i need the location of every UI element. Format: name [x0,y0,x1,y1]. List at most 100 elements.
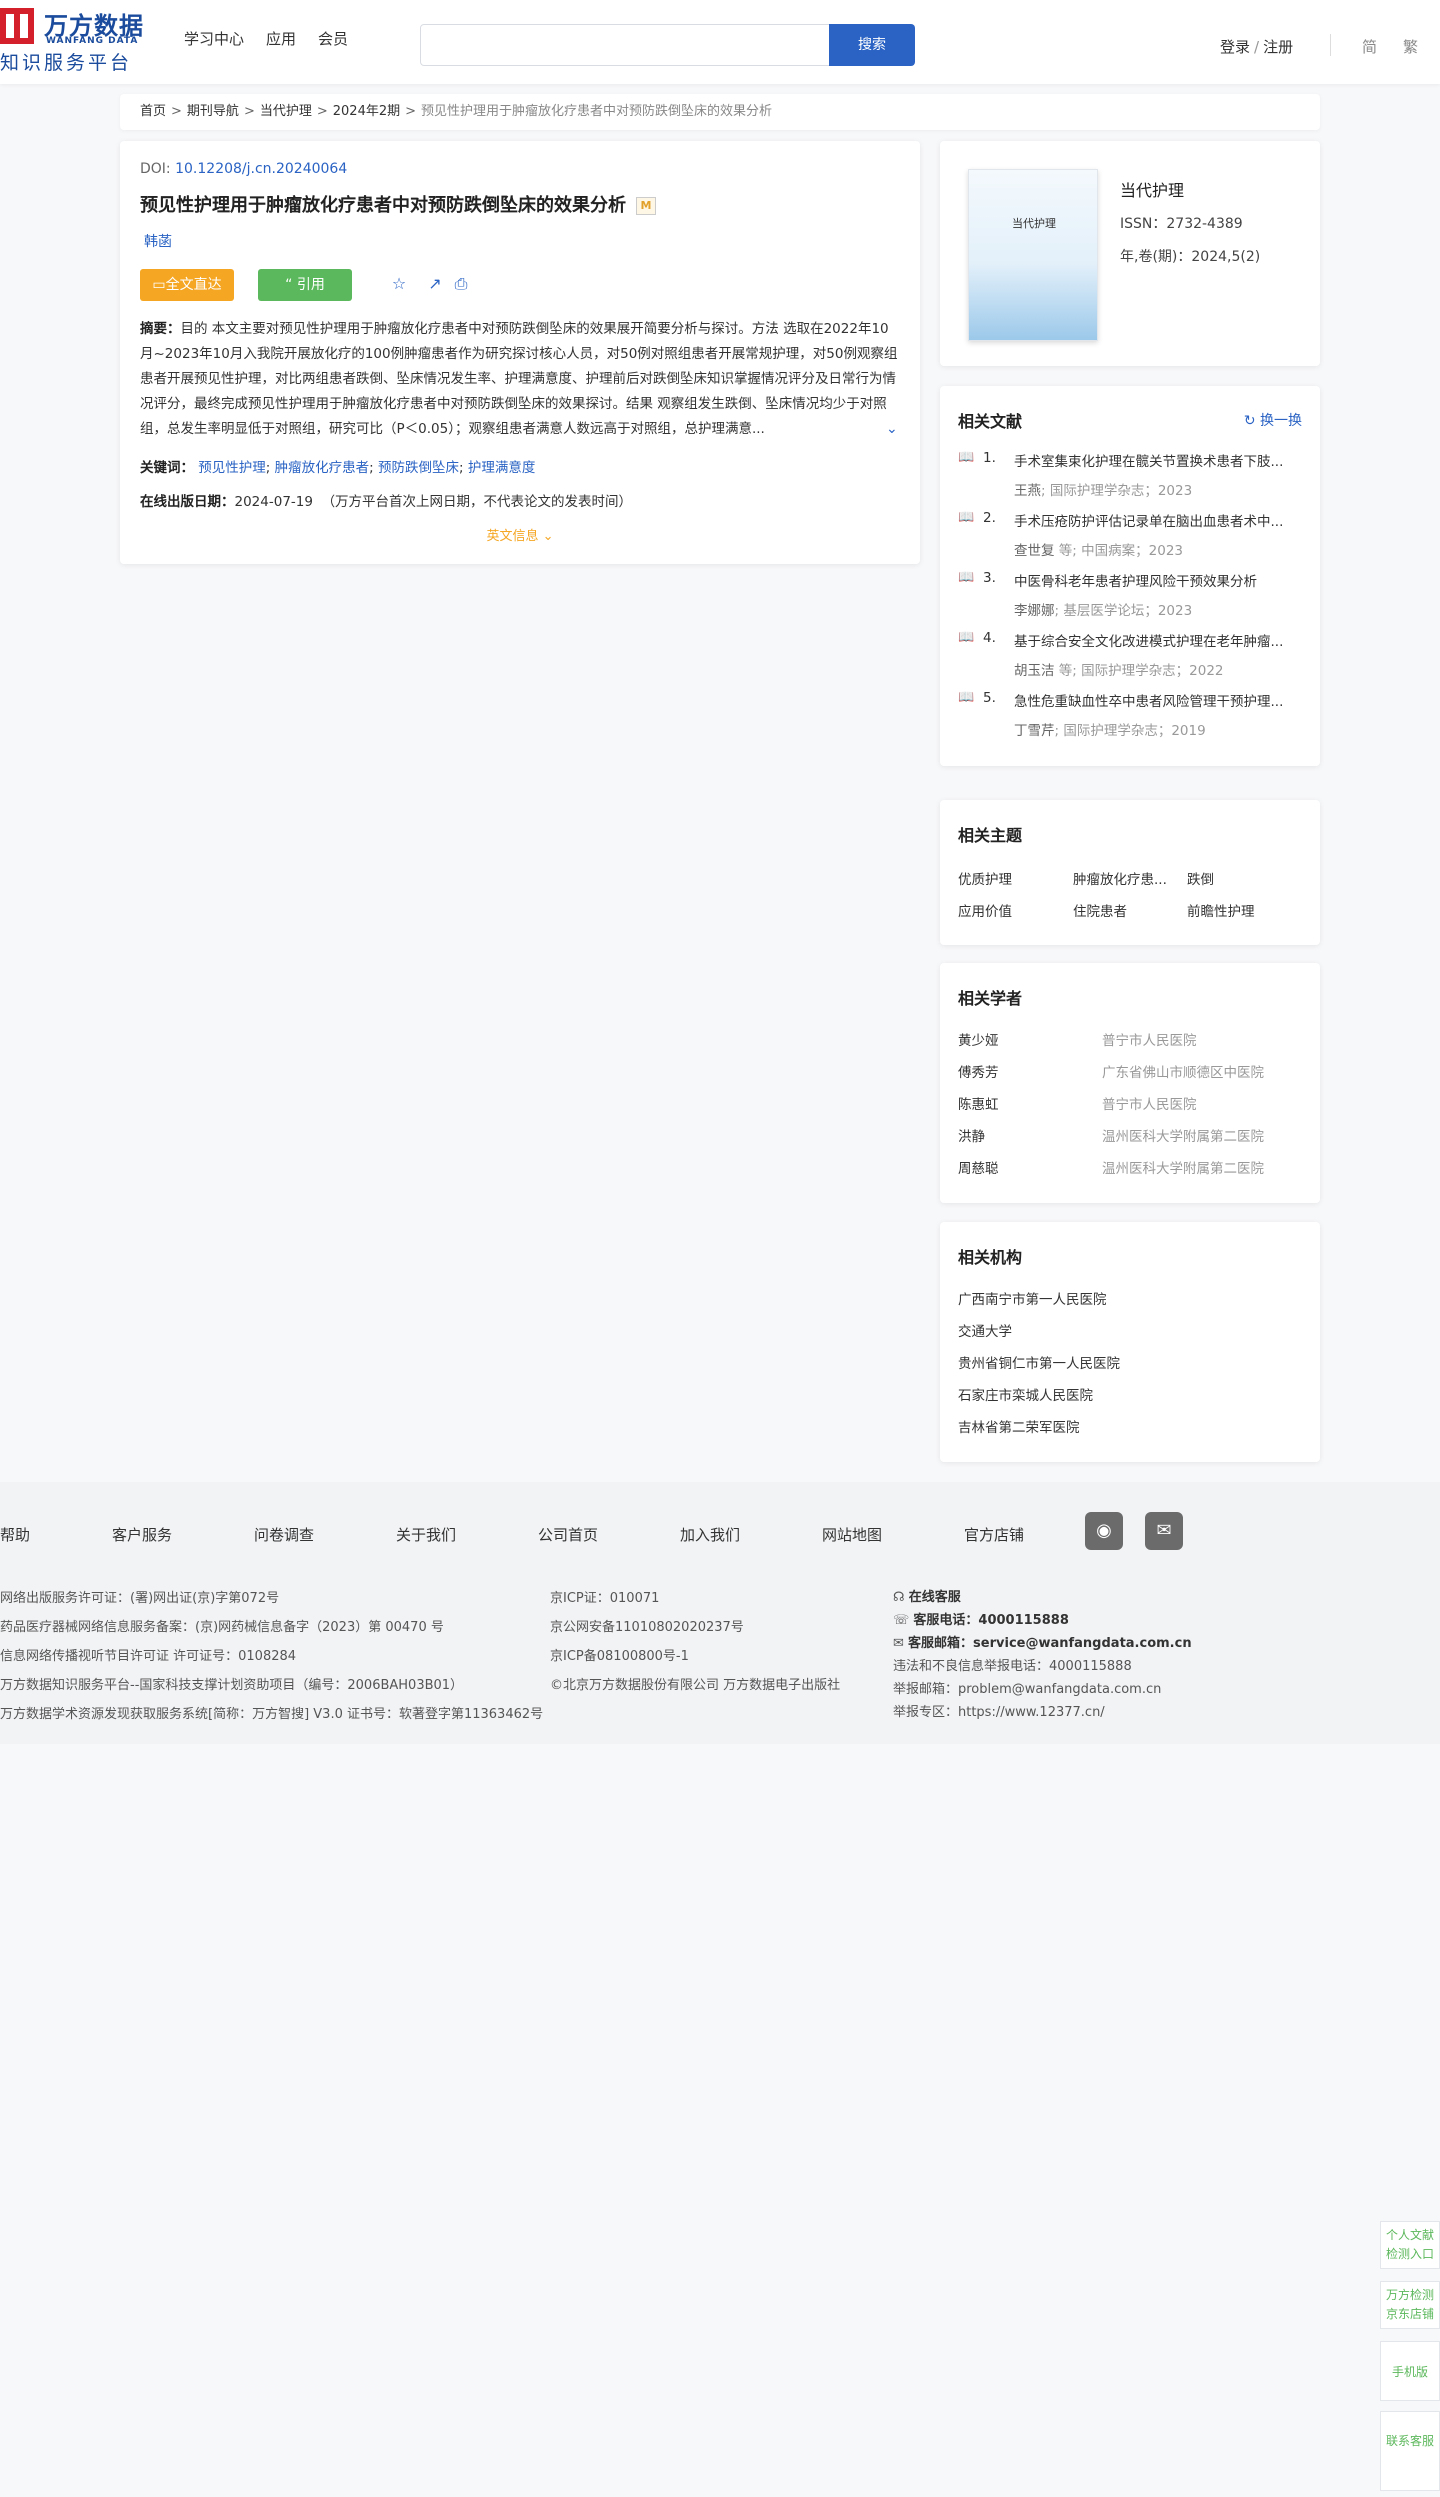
related-scholars-card: 相关学者 黄少娅 普宁市人民医院 傅秀芳 广东省佛山市顺德区中医院 陈惠虹 普宁… [940,963,1320,1203]
expand-abstract-icon[interactable]: ⌄ [886,421,898,437]
footer-link[interactable]: 客户服务 [112,1524,172,1545]
cite-button[interactable]: “ 引用 [258,269,352,301]
lang-traditional[interactable]: 繁 [1403,36,1418,57]
doc-title[interactable]: 手术室集束化护理在髋关节置换术患者下肢... [1014,450,1302,470]
doc-author: 王燕 [1014,483,1041,499]
scholar-name[interactable]: 洪静 [958,1125,985,1145]
doc-number: 5. [983,690,996,706]
phone-icon: ☏ [893,1613,914,1628]
footer-link[interactable]: 官方店铺 [964,1524,1024,1545]
related-institutions-card: 相关机构 广西南宁市第一人民医院 交通大学 贵州省铜仁市第一人民医院 石家庄市栾… [940,1222,1320,1462]
star-icon[interactable]: ☆ [388,273,410,295]
publish-date-value: 2024-07-19 [234,494,313,510]
crumb-issue[interactable]: 2024年2期 [333,104,400,119]
keyword-link[interactable]: 预防跌倒坠床 [378,460,459,476]
topic-link[interactable]: 应用价值 [958,900,1012,920]
footer-link[interactable]: 公司首页 [538,1524,598,1545]
keyword-link[interactable]: 肿瘤放化疗患者 [275,460,370,476]
abstract: 摘要：目的 本文主要对预见性护理用于肿瘤放化疗患者中对预防跌倒坠床的效果展开简要… [140,317,900,442]
phone-value: 4000115888 [978,1613,1069,1628]
side-mobile[interactable]: 手机版 [1380,2341,1440,2401]
doc-title[interactable]: 中医骨科老年患者护理风险干预效果分析 [1014,570,1302,590]
nav-learning-center[interactable]: 学习中心 [184,28,244,49]
footer-icp[interactable]: 京ICP备08100800号-1 [550,1645,689,1664]
author-link[interactable]: 韩菡 [144,231,172,251]
divider [1330,34,1331,56]
doc-title[interactable]: 急性危重缺血性卒中患者风险管理干预护理... [1014,690,1302,710]
doc-author: 查世复 [1014,543,1055,559]
keyword-link[interactable]: 预见性护理 [198,460,266,476]
footer-icp[interactable]: 京ICP证：010071 [550,1587,659,1606]
email-value[interactable]: service@wanfangdata.com.cn [973,1636,1192,1651]
side-jd-store[interactable]: 万方检测京东店铺 [1380,2281,1440,2329]
register-link[interactable]: 注册 [1263,38,1293,56]
scholar-name[interactable]: 傅秀芳 [958,1061,999,1081]
footer-link[interactable]: 问卷调查 [254,1524,314,1545]
journal-cover[interactable]: 当代护理 [968,169,1098,341]
footer-copyright: ©北京万方数据股份有限公司 万方数据电子出版社 [550,1678,841,1693]
institution-link[interactable]: 广西南宁市第一人民医院 [958,1288,1107,1308]
footer: 帮助 客户服务 问卷调查 关于我们 公司首页 加入我们 网站地图 官方店铺 ◉ … [0,1482,1440,1744]
keywords: 关键词： 预见性护理; 肿瘤放化疗患者; 预防跌倒坠床; 护理满意度 [140,460,536,476]
nav-apps[interactable]: 应用 [266,28,296,49]
crumb-home[interactable]: 首页 [140,104,166,119]
logo-subtitle: 知识服务平台 [0,52,133,74]
doc-source: 基层医学论坛；2023 [1063,603,1193,619]
footer-link[interactable]: 加入我们 [680,1524,740,1545]
institution-link[interactable]: 贵州省铜仁市第一人民医院 [958,1352,1120,1372]
weibo-icon[interactable]: ◉ [1085,1512,1123,1550]
institution-link[interactable]: 交通大学 [958,1320,1012,1340]
topic-link[interactable]: 住院患者 [1073,900,1127,920]
topic-link[interactable]: 肿瘤放化疗患... [1073,868,1167,888]
footer-link[interactable]: 帮助 [0,1524,30,1545]
nav-membership[interactable]: 会员 [318,28,348,49]
doi-link[interactable]: 10.12208/j.cn.20240064 [175,161,347,177]
doi-line: DOI: 10.12208/j.cn.20240064 [140,161,347,177]
topic-link[interactable]: 前瞻性护理 [1187,900,1255,920]
search-input[interactable] [420,24,830,66]
footer-link[interactable]: 网站地图 [822,1524,882,1545]
doc-author: 丁雪芹 [1014,723,1055,739]
footer-link[interactable]: 关于我们 [396,1524,456,1545]
related-topics-title: 相关主题 [958,826,1023,845]
online-service[interactable]: ☊ 在线客服 [893,1586,961,1605]
english-info-toggle[interactable]: 英文信息 ⌄ [120,525,920,544]
doc-title[interactable]: 手术压疮防护评估记录单在脑出血患者术中... [1014,510,1302,530]
full-text-button[interactable]: ▭全文直达 [140,269,234,301]
report-zone[interactable]: 举报专区：https://www.12377.cn/ [893,1701,1105,1720]
print-icon[interactable]: ⎙ [450,273,472,295]
scholar-org: 普宁市人民医院 [1102,1097,1197,1113]
doc-meta: 查世复 等; 中国病案；2023 [1014,543,1183,559]
scholar-name[interactable]: 周慈聪 [958,1157,999,1177]
wechat-icon[interactable]: ✉ [1145,1512,1183,1550]
refresh-button[interactable]: ↻ 换一换 [1244,410,1302,430]
crumb-journal-nav[interactable]: 期刊导航 [187,104,239,119]
side-personal-check[interactable]: 个人文献检测入口 [1380,2221,1440,2269]
keyword-link[interactable]: 护理满意度 [468,460,536,476]
lang-simplified[interactable]: 简 [1362,36,1377,57]
institution-link[interactable]: 石家庄市栾城人民医院 [958,1384,1093,1404]
publish-label: 在线出版日期： [140,494,235,510]
institution-link[interactable]: 吉林省第二荣军医院 [958,1416,1080,1436]
m-badge-icon[interactable]: M [636,197,656,215]
footer-license: 网络出版服务许可证：(署)网出证(京)字第072号 [0,1591,280,1606]
footer-icp[interactable]: 京公网安备11010802020237号 [550,1616,744,1635]
chevron-down-icon: ⌄ [542,529,554,544]
scholar-name[interactable]: 黄少娅 [958,1029,999,1049]
doc-source: 中国病案；2023 [1081,543,1183,559]
login-link[interactable]: 登录 [1220,38,1250,56]
online-service-label: 在线客服 [908,1590,961,1605]
side-contact-service[interactable]: 联系客服 [1380,2411,1440,2491]
doc-title[interactable]: 基于综合安全文化改进模式护理在老年肿瘤... [1014,630,1302,650]
share-icon[interactable]: ↗ [424,273,446,295]
topic-link[interactable]: 优质护理 [958,868,1012,888]
topic-link[interactable]: 跌倒 [1187,868,1214,888]
wanfang-logo[interactable]: 万方数据 WANFANG DATA 知识服务平台 [0,6,152,74]
search-button[interactable]: 搜索 [829,24,915,66]
scholar-org: 温州医科大学附属第二医院 [1102,1161,1264,1177]
journal-name[interactable]: 当代护理 [1120,177,1184,201]
scholar-org: 广东省佛山市顺德区中医院 [1102,1065,1264,1081]
scholar-name[interactable]: 陈惠虹 [958,1093,999,1113]
crumb-journal[interactable]: 当代护理 [260,104,312,119]
footer-license: 药品医疗器械网络信息服务备案：(京)网药械信息备字（2023）第 00470 号 [0,1620,444,1635]
